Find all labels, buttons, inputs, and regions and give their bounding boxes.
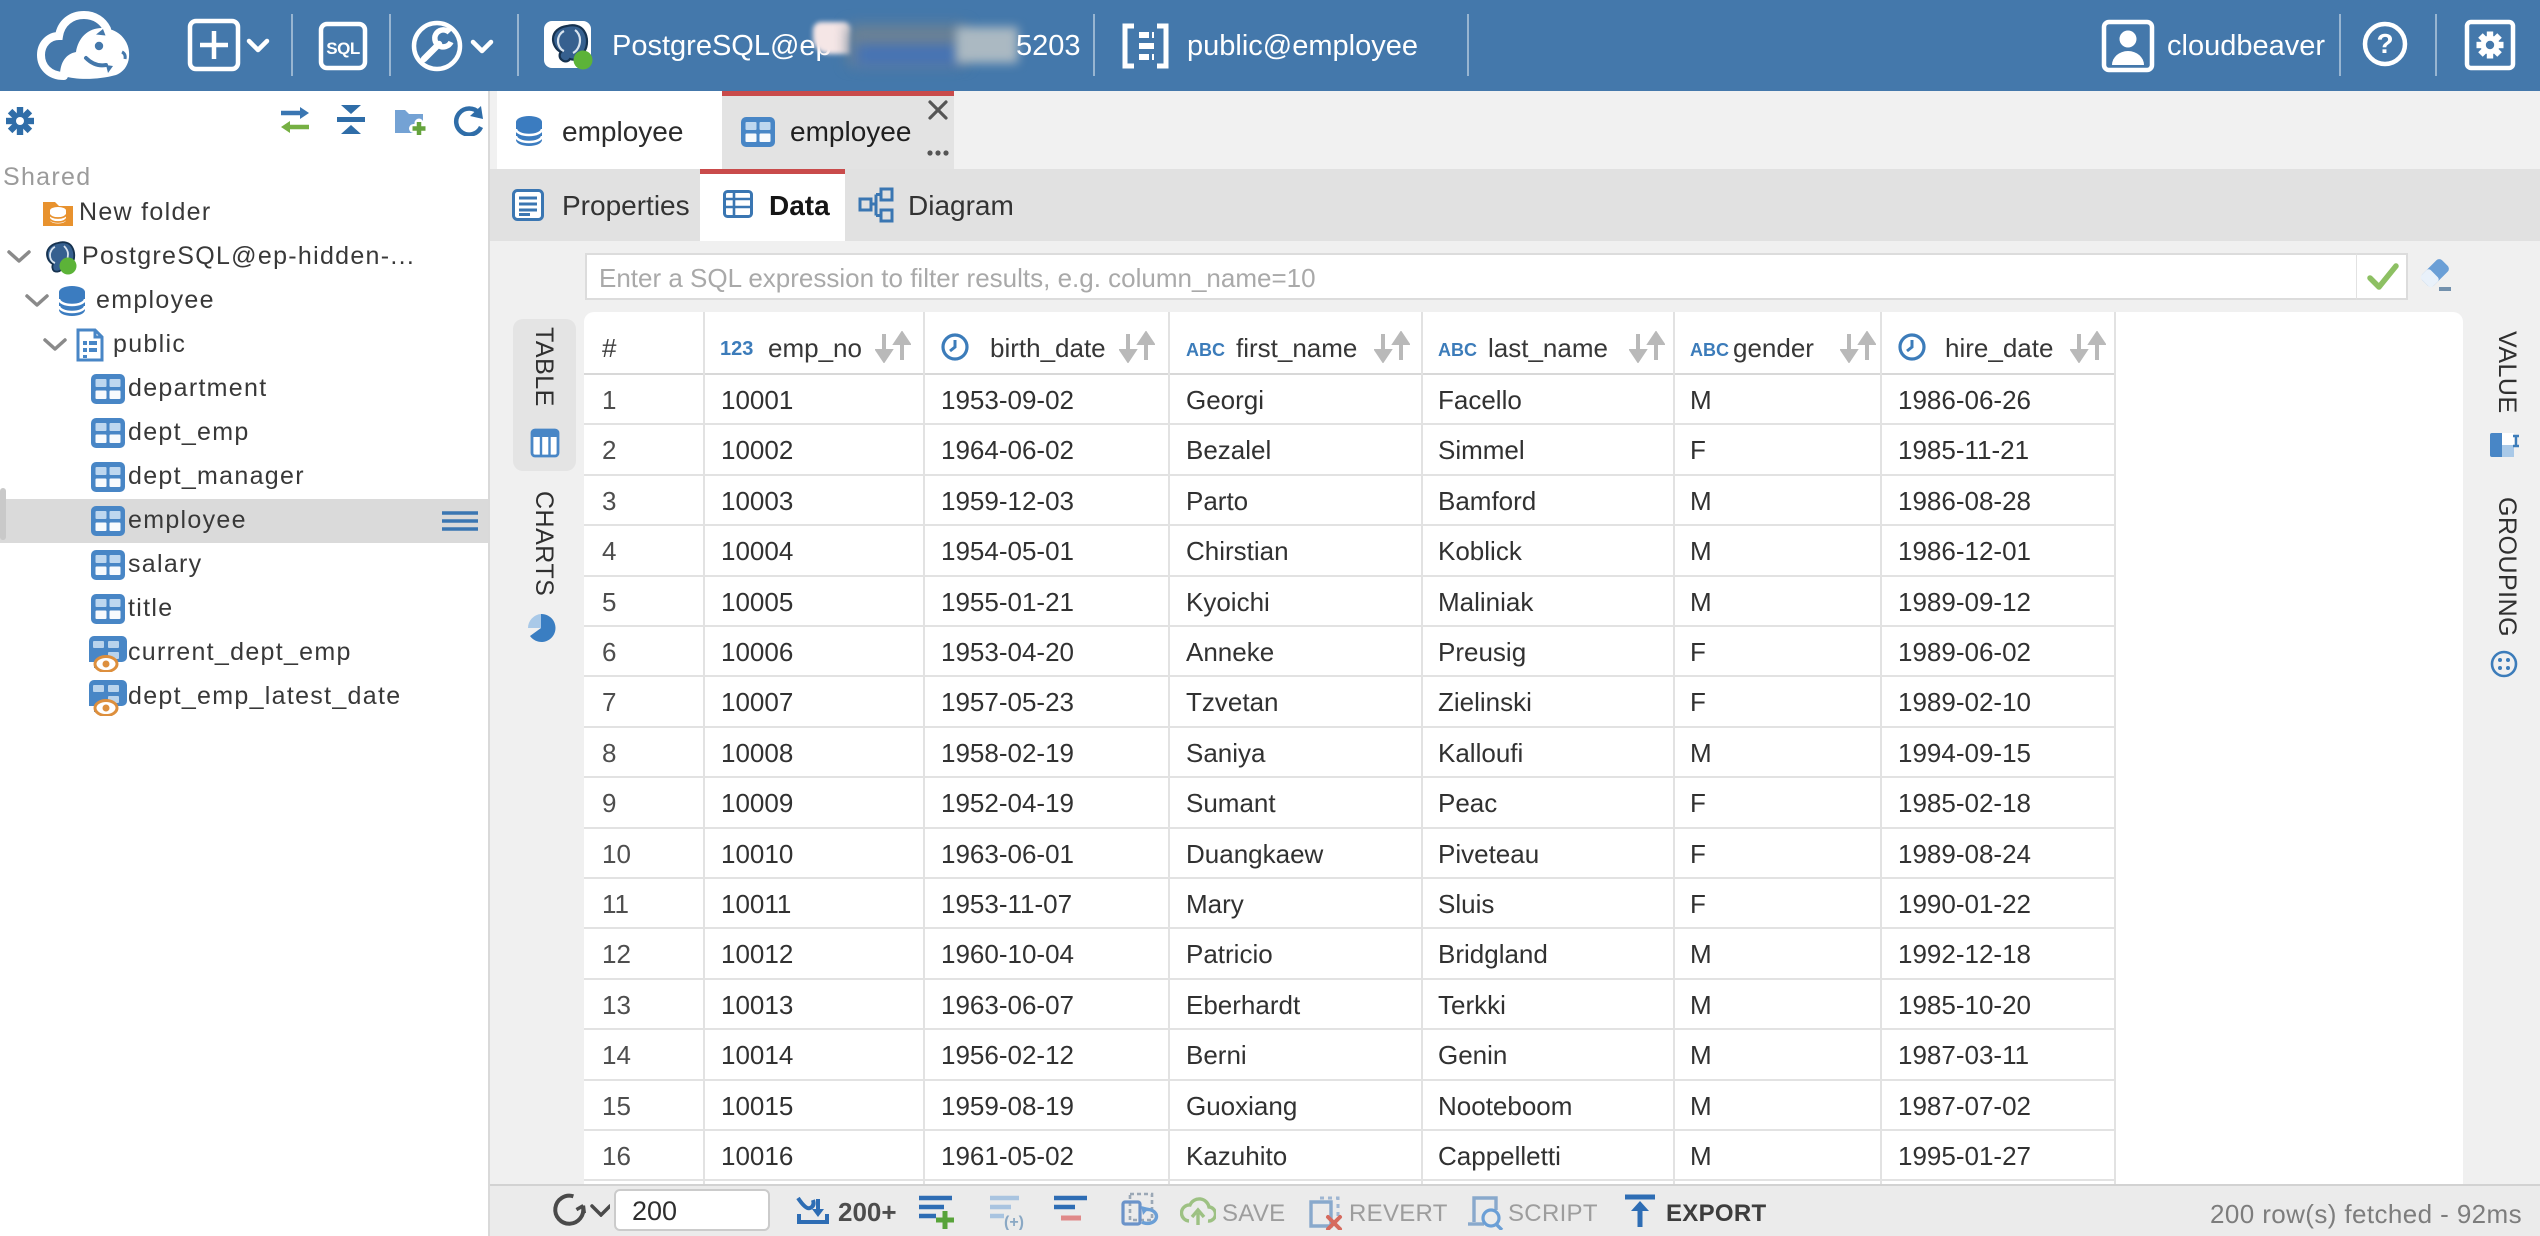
svg-text:SQL: SQL [326,39,360,58]
svg-text:(+): (+) [1004,1214,1024,1230]
svg-text:?: ? [2376,28,2393,59]
